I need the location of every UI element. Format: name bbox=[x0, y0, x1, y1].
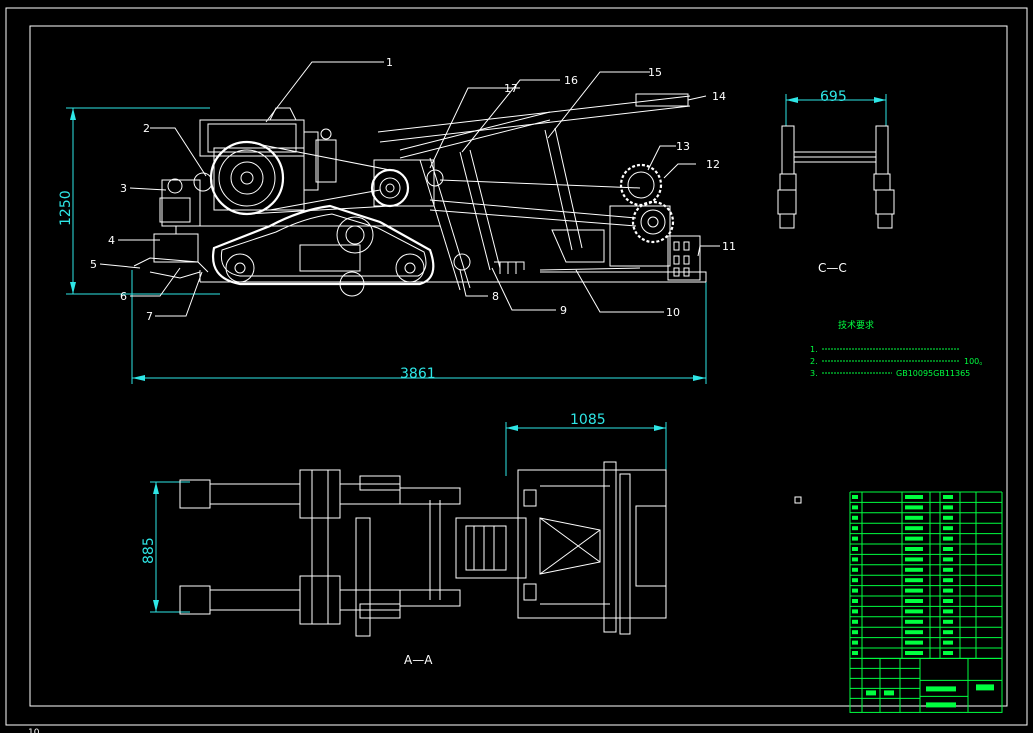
table-cell-mark bbox=[905, 547, 923, 551]
callout-4: 4 bbox=[108, 234, 115, 247]
table-cell-mark bbox=[905, 619, 923, 624]
table-cell-mark bbox=[852, 515, 858, 520]
callout-6: 6 bbox=[120, 290, 127, 303]
dim-width-aa: 1085 bbox=[570, 412, 606, 428]
technical-requirements: 技术要求 1. 2. 100。 3. GB10095GB11365 bbox=[810, 319, 987, 378]
dim-width-cc: 695 bbox=[820, 89, 847, 105]
table-cell-mark bbox=[852, 567, 858, 572]
table-cell-mark bbox=[852, 619, 858, 624]
dim-length-side: 3861 bbox=[400, 366, 436, 382]
table-cell-mark bbox=[943, 619, 953, 624]
table-cell-mark bbox=[905, 536, 923, 541]
table-cell-mark bbox=[943, 599, 953, 603]
table-cell-mark bbox=[852, 557, 858, 562]
table-cell-mark bbox=[905, 505, 923, 510]
table-cell-mark bbox=[943, 515, 953, 520]
table-cell-mark bbox=[852, 599, 858, 603]
section-label-aa: A—A bbox=[404, 653, 433, 667]
small-marker-box bbox=[794, 496, 802, 504]
tech-req-title: 技术要求 bbox=[838, 319, 874, 331]
tech-req-line-1: 1. bbox=[810, 345, 818, 354]
callout-10: 10 bbox=[666, 306, 680, 319]
callout-5: 5 bbox=[90, 258, 97, 271]
side-view: 1250 3861 bbox=[58, 61, 720, 384]
table-cell-mark bbox=[852, 526, 858, 531]
table-cell-mark bbox=[852, 578, 858, 583]
title-block-mark bbox=[884, 690, 894, 696]
callout-11: 11 bbox=[722, 240, 736, 253]
table-cell-mark bbox=[943, 567, 953, 572]
table-cell-mark bbox=[905, 588, 923, 593]
callout-1: 1 bbox=[386, 56, 393, 69]
table-cell-mark bbox=[943, 536, 953, 541]
table-cell-mark bbox=[852, 588, 858, 593]
table-cell-mark bbox=[943, 547, 953, 551]
table-cell-mark bbox=[905, 630, 923, 635]
table-cell-mark bbox=[905, 609, 923, 614]
cad-drawing-canvas: 1250 3861 1 2 3 4 5 6 7 8 9 10 11 12 13 … bbox=[5, 7, 1028, 733]
table-cell-mark bbox=[905, 651, 923, 655]
table-cell-mark bbox=[905, 640, 923, 645]
table-cell-mark bbox=[943, 651, 953, 655]
table-cell-mark bbox=[943, 630, 953, 635]
callout-9: 9 bbox=[560, 304, 567, 317]
table-cell-mark bbox=[905, 515, 923, 520]
callout-8: 8 bbox=[492, 290, 499, 303]
callout-17: 17 bbox=[504, 82, 518, 95]
table-cell-mark bbox=[905, 557, 923, 562]
tech-req-line-3: 3. bbox=[810, 369, 818, 378]
dim-height-side: 1250 bbox=[58, 190, 74, 226]
title-block-mark bbox=[976, 684, 994, 691]
table-cell-mark bbox=[852, 536, 858, 541]
table-cell-mark bbox=[852, 547, 858, 551]
table-cell-mark bbox=[905, 567, 923, 572]
dim-height-aa: 885 bbox=[141, 537, 157, 564]
table-cell-mark bbox=[852, 630, 858, 635]
table-cell-mark bbox=[852, 609, 858, 614]
table-cell-mark bbox=[905, 599, 923, 603]
table-cell-mark bbox=[943, 588, 953, 593]
callout-13: 13 bbox=[676, 140, 690, 153]
table-cell-mark bbox=[943, 609, 953, 614]
table-cell-mark bbox=[905, 495, 923, 499]
title-block-mark bbox=[866, 690, 876, 696]
section-label-cc: C—C bbox=[818, 261, 847, 275]
table-cell-mark bbox=[943, 640, 953, 645]
table-cell-mark bbox=[943, 526, 953, 531]
section-aa-view: 1085 885 A—A bbox=[141, 412, 667, 667]
callout-16: 16 bbox=[564, 74, 578, 87]
table-cell-mark bbox=[905, 578, 923, 583]
tech-req-line-2: 2. bbox=[810, 357, 818, 366]
bottom-label: 10 bbox=[28, 728, 40, 733]
callout-3: 3 bbox=[120, 182, 127, 195]
tech-req-line-2b: 100。 bbox=[964, 357, 987, 366]
tech-req-line-3b: GB10095GB11365 bbox=[896, 369, 970, 378]
callout-12: 12 bbox=[706, 158, 720, 171]
table-cell-mark bbox=[852, 651, 858, 655]
table-cell-mark bbox=[943, 557, 953, 562]
callout-2: 2 bbox=[143, 122, 150, 135]
table-cell-mark bbox=[852, 640, 858, 645]
table-cell-mark bbox=[852, 495, 858, 499]
table-cell-mark bbox=[943, 505, 953, 510]
callout-15: 15 bbox=[648, 66, 662, 79]
table-cell-mark bbox=[943, 495, 953, 499]
callout-7: 7 bbox=[146, 310, 153, 323]
table-cell-mark bbox=[852, 505, 858, 510]
parts-table bbox=[849, 491, 1003, 713]
callout-14: 14 bbox=[712, 90, 726, 103]
table-cell-mark bbox=[943, 578, 953, 583]
title-block-mark bbox=[926, 686, 956, 692]
title-block-mark bbox=[926, 702, 956, 708]
table-cell-mark bbox=[905, 526, 923, 531]
section-cc-view: 695 C—C bbox=[777, 89, 895, 275]
